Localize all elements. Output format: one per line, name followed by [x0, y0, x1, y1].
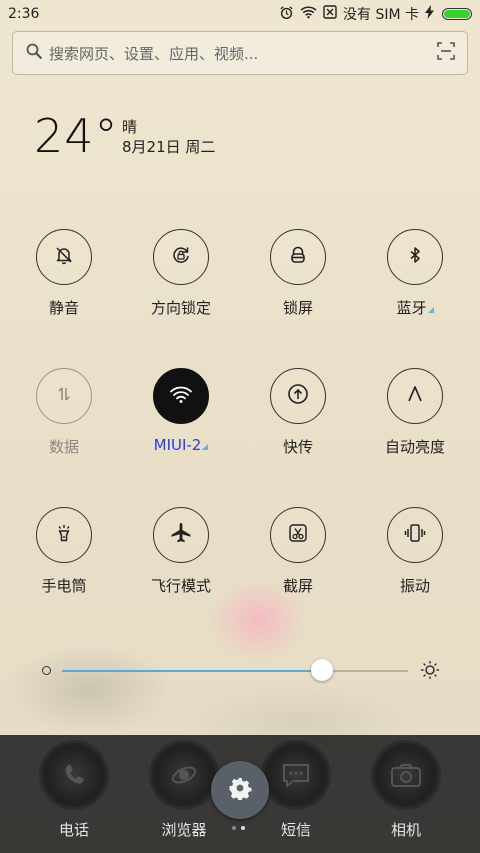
lock-icon [287, 244, 309, 270]
toggle-label: 方向锁定 [150, 299, 211, 317]
sun-icon [420, 660, 440, 684]
toggle-label: 锁屏 [282, 299, 313, 317]
toggle-airplane-mode[interactable]: 飞行模式 [131, 507, 231, 607]
toggle-bluetooth[interactable]: 蓝牙 [365, 229, 465, 329]
gear-icon [228, 776, 252, 804]
toggle-circle[interactable] [36, 368, 92, 424]
page-dot-current [241, 826, 245, 830]
brightness-slider[interactable] [38, 656, 442, 686]
toggle-circle[interactable] [387, 229, 443, 285]
dock-app-label: 相机 [390, 821, 421, 839]
dock-app-label: 短信 [280, 821, 311, 839]
scan-icon[interactable] [437, 42, 455, 64]
toggle-flashlight[interactable]: 手电筒 [14, 507, 114, 607]
brightness-fill [62, 670, 322, 672]
toggle-mobile-data[interactable]: 数据 [14, 368, 114, 468]
toggle-circle[interactable] [36, 229, 92, 285]
wifi-icon [300, 5, 317, 23]
message-icon [264, 743, 328, 807]
toggle-screenshot[interactable]: 截屏 [248, 507, 348, 607]
battery-level-fill [444, 10, 470, 18]
brightness-low-icon [42, 666, 51, 675]
rotation-lock-icon [170, 244, 192, 270]
toggle-label: 静音 [48, 299, 79, 317]
toggle-circle[interactable] [36, 507, 92, 563]
weather-condition: 晴 [122, 118, 138, 136]
toggle-label: 蓝牙 [396, 297, 434, 318]
charging-icon [425, 5, 434, 23]
toggle-auto-brightness[interactable]: 自动亮度 [365, 368, 465, 468]
toggle-quick-transfer[interactable]: 快传 [248, 368, 348, 468]
toggle-label: 飞行模式 [150, 577, 211, 595]
page-indicator [232, 826, 245, 830]
search-input[interactable]: 搜索网页、设置、应用、视频... [12, 31, 468, 75]
screenshot-icon [287, 522, 309, 548]
toggle-circle[interactable] [270, 229, 326, 285]
brightness-track[interactable] [62, 670, 408, 672]
status-time: 2:36 [8, 6, 40, 22]
bluetooth-icon [404, 244, 426, 270]
brightness-thumb[interactable] [310, 659, 333, 681]
more-indicator [427, 307, 434, 313]
toggle-circle[interactable] [270, 368, 326, 424]
temperature: 24° [34, 109, 119, 163]
date-text: 8月21日 周二 [122, 138, 216, 156]
toggle-label: MIUI-2 [154, 436, 209, 454]
data-arrows-icon [53, 383, 75, 409]
browser-icon [152, 743, 216, 807]
dock-app-phone[interactable]: 电话 [24, 743, 124, 845]
more-indicator [202, 444, 209, 450]
bell-off-icon [53, 244, 75, 270]
page-dot [232, 826, 236, 830]
toggle-circle[interactable] [270, 507, 326, 563]
dock-app-label: 电话 [58, 821, 89, 839]
toggle-circle[interactable] [387, 507, 443, 563]
toggle-silent[interactable]: 静音 [14, 229, 114, 329]
toggle-circle[interactable] [153, 368, 209, 424]
search-placeholder: 搜索网页、设置、应用、视频... [49, 44, 259, 63]
vibrate-icon [403, 522, 427, 548]
auto-brightness-icon [404, 383, 426, 409]
status-bar: 2:36 没有 SIM 卡 [0, 0, 480, 28]
alarm-icon [279, 5, 294, 24]
toggle-circle[interactable] [153, 229, 209, 285]
toggle-circle[interactable] [153, 507, 209, 563]
search-icon [25, 42, 43, 64]
upload-icon [286, 382, 310, 410]
toggle-label: 振动 [399, 577, 430, 595]
toggle-label: 自动亮度 [384, 438, 445, 456]
toggle-vibrate[interactable]: 振动 [365, 507, 465, 607]
toggle-label: 数据 [48, 438, 79, 456]
camera-icon [374, 743, 438, 807]
toggle-rotation-lock[interactable]: 方向锁定 [131, 229, 231, 329]
phone-icon [42, 743, 106, 807]
wifi-icon [169, 384, 193, 408]
settings-button[interactable] [211, 761, 269, 819]
flashlight-icon [53, 522, 75, 548]
toggle-wifi[interactable]: MIUI-2 [131, 368, 231, 468]
toggle-lock-screen[interactable]: 锁屏 [248, 229, 348, 329]
dock-app-camera[interactable]: 相机 [356, 743, 456, 845]
dock-app-label: 浏览器 [161, 821, 207, 839]
toggle-label: 手电筒 [41, 577, 87, 595]
airplane-icon [169, 521, 193, 549]
battery-icon [442, 8, 472, 20]
sim-x-icon [323, 5, 337, 23]
toggle-label: 快传 [282, 438, 313, 456]
toggle-label: 截屏 [282, 577, 313, 595]
no-sim-text: 没有 SIM 卡 [343, 7, 419, 23]
toggle-circle[interactable] [387, 368, 443, 424]
